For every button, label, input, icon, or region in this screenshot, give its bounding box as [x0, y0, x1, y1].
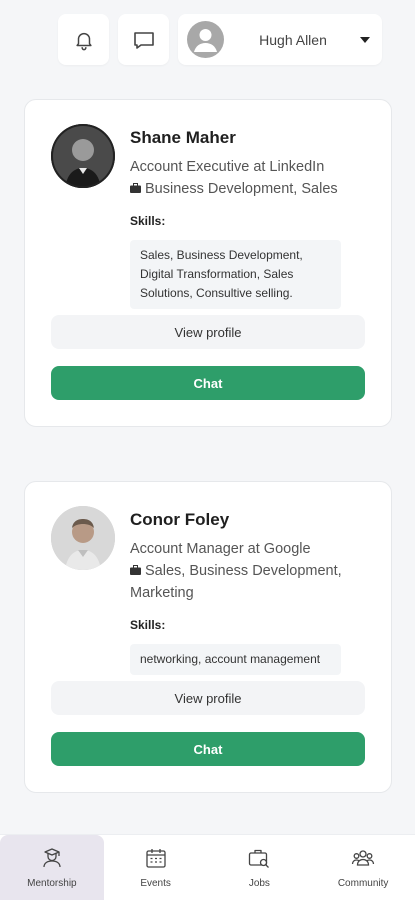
skills-box: networking, account management: [130, 644, 341, 675]
briefcase-search-icon: [249, 849, 270, 868]
messages-button[interactable]: [118, 14, 169, 65]
nav-item-community[interactable]: Community: [311, 835, 415, 900]
mentor-title: Account Executive at LinkedIn: [130, 159, 325, 175]
chat-bubble-icon: [133, 31, 154, 49]
mentor-card: Conor Foley Account Manager at Google Sa…: [24, 481, 392, 793]
nav-label: Events: [140, 878, 171, 889]
mentor-department: Sales, Business Development, Marketing: [130, 560, 365, 604]
avatar: [187, 21, 224, 58]
mentor-card: Shane Maher Account Executive at LinkedI…: [24, 99, 392, 427]
nav-label: Jobs: [248, 878, 270, 889]
skills-label: Skills:: [130, 618, 166, 632]
skills-box: Sales, Business Development, Digital Tra…: [130, 240, 341, 309]
mentor-name: Conor Foley: [130, 510, 230, 529]
mentor-department-text: Sales, Business Development, Marketing: [130, 563, 342, 601]
bottom-navigation: Mentorship Events Jobs Community: [0, 834, 415, 900]
user-name: Hugh Allen: [259, 31, 327, 48]
view-profile-button[interactable]: View profile: [51, 681, 365, 715]
caret-down-icon[interactable]: [358, 33, 372, 47]
mentor-department-text: Business Development, Sales: [145, 181, 338, 197]
people-icon: [351, 850, 375, 866]
mentor-title: Account Manager at Google: [130, 541, 311, 557]
mentorship-icon: [43, 848, 61, 868]
mentor-name: Shane Maher: [130, 128, 236, 147]
mentor-photo: [51, 506, 115, 570]
skills-label: Skills:: [130, 214, 166, 228]
chat-button[interactable]: Chat: [51, 366, 365, 400]
nav-item-events[interactable]: Events: [104, 835, 208, 900]
calendar-icon: [145, 849, 166, 868]
briefcase-icon: [130, 560, 141, 582]
user-silhouette-icon: [194, 29, 217, 52]
nav-label: Community: [337, 878, 389, 889]
nav-label: Mentorship: [27, 878, 77, 889]
top-bar: Hugh Allen: [58, 14, 382, 65]
chat-button[interactable]: Chat: [51, 732, 365, 766]
notifications-button[interactable]: [58, 14, 109, 65]
mentor-department: Business Development, Sales: [130, 178, 365, 200]
nav-item-mentorship[interactable]: Mentorship: [0, 835, 104, 900]
mentor-photo: [51, 124, 115, 188]
bell-icon: [75, 32, 92, 50]
user-menu[interactable]: Hugh Allen: [178, 14, 382, 65]
nav-item-jobs[interactable]: Jobs: [208, 835, 312, 900]
briefcase-icon: [130, 178, 141, 200]
view-profile-button[interactable]: View profile: [51, 315, 365, 349]
